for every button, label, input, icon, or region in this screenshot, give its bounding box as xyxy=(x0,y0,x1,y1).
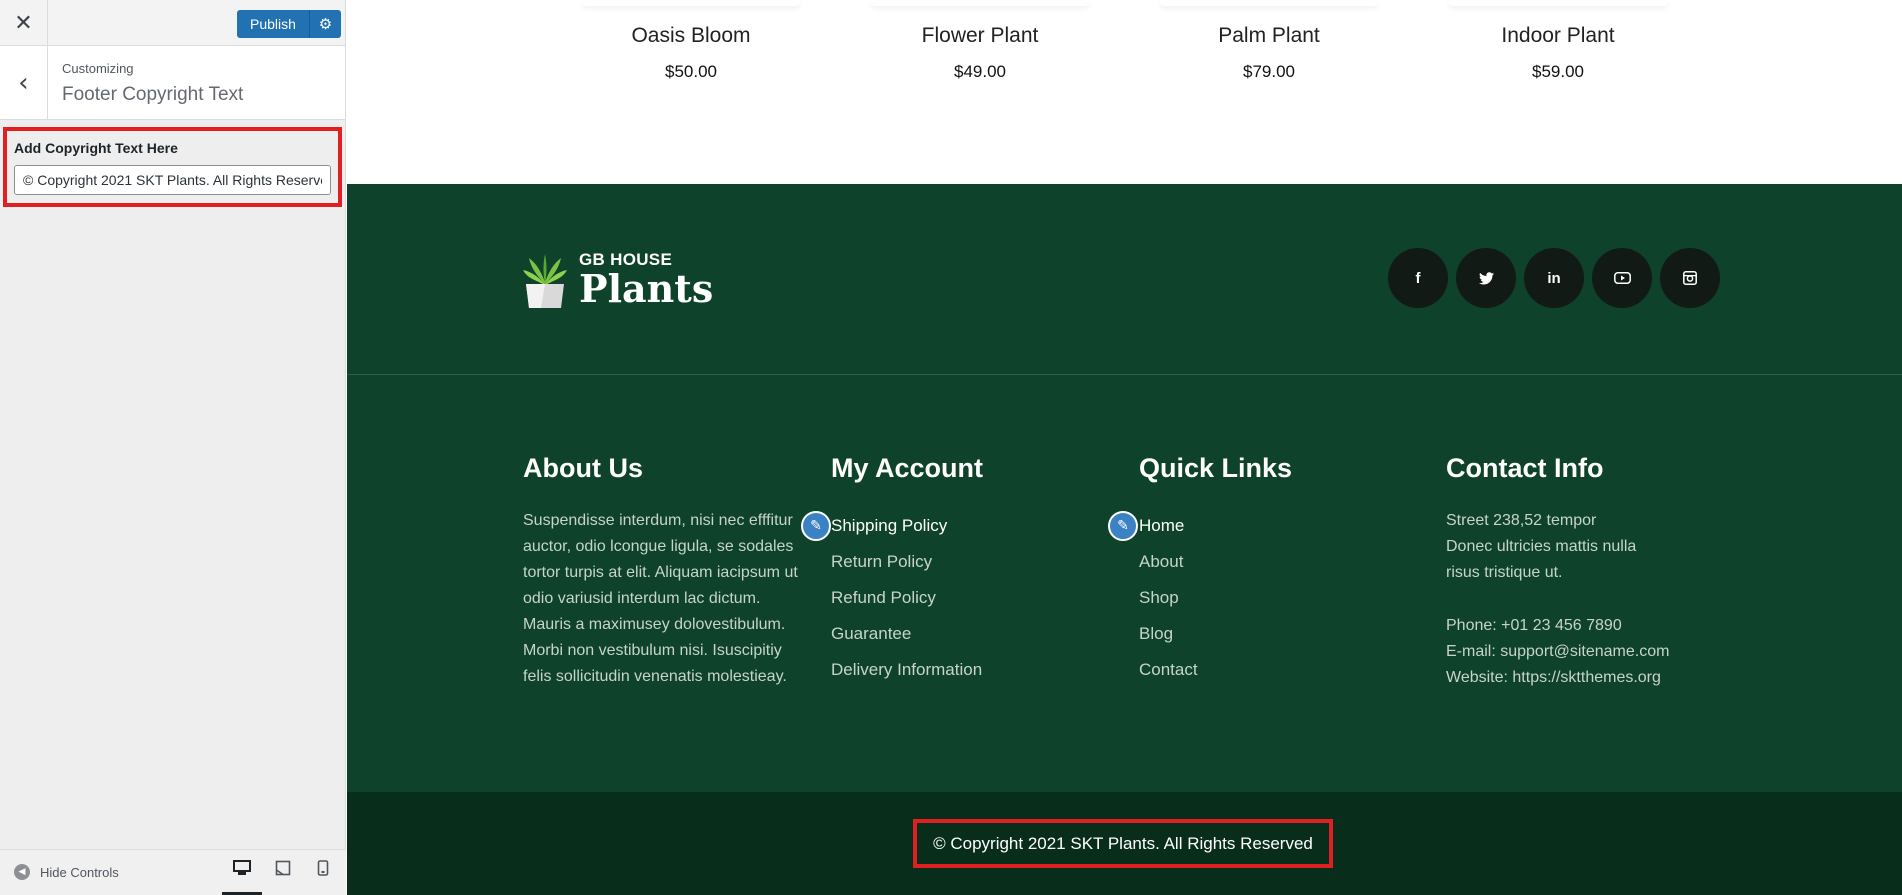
tablet-icon xyxy=(275,860,291,876)
contact-email: E-mail: support@sitename.com xyxy=(1446,643,1670,660)
about-text: Suspendisse interdum, nisi nec efffitur … xyxy=(523,512,798,685)
gear-icon: ⚙ xyxy=(318,15,333,33)
pencil-icon: ✎ xyxy=(810,518,822,534)
collapse-icon: ◀ xyxy=(14,864,30,880)
twitter-link[interactable] xyxy=(1456,248,1516,308)
hide-controls-label: Hide Controls xyxy=(40,864,119,880)
plant-pot-icon xyxy=(523,254,567,308)
product-name[interactable]: Palm Plant xyxy=(1139,24,1399,48)
linkedin-link[interactable]: in xyxy=(1524,248,1584,308)
account-title: My Account xyxy=(831,453,984,483)
desktop-icon xyxy=(233,860,251,875)
copyright-control-highlight: Add Copyright Text Here xyxy=(3,127,342,207)
products-section: Oasis Bloom $50.00 Flower Plant $49.00 P… xyxy=(347,0,1902,184)
product-price: $50.00 xyxy=(665,62,717,81)
product-card-edge xyxy=(1159,0,1379,6)
quick-link[interactable]: About xyxy=(1139,544,1419,580)
product-card-edge xyxy=(581,0,801,6)
logo-text: GB HOUSE Plants xyxy=(579,250,713,308)
site-preview: Oasis Bloom $50.00 Flower Plant $49.00 P… xyxy=(347,0,1902,895)
customizing-label: Customizing xyxy=(62,61,134,76)
edit-menu-button[interactable]: ✎ xyxy=(801,511,831,541)
account-widget: My Account Shipping Policy Return Policy… xyxy=(831,453,1111,688)
site-logo[interactable]: GB HOUSE Plants xyxy=(523,250,713,308)
product-name[interactable]: Flower Plant xyxy=(850,24,1110,48)
footer-bottom-bar: © Copyright 2021 SKT Plants. All Rights … xyxy=(347,792,1902,895)
footer-widgets: About Us Suspendisse interdum, nisi nec … xyxy=(347,375,1902,792)
facebook-link[interactable]: f xyxy=(1388,248,1448,308)
quick-link[interactable]: Blog xyxy=(1139,616,1419,652)
social-links: f in xyxy=(1388,248,1720,308)
product-card-edge xyxy=(1448,0,1668,6)
quick-link[interactable]: Home xyxy=(1139,508,1419,544)
contact-phone: Phone: +01 23 456 7890 xyxy=(1446,617,1622,634)
account-link[interactable]: Guarantee xyxy=(831,616,1111,652)
product-price: $49.00 xyxy=(954,62,1006,81)
footer-top: GB HOUSE Plants f in xyxy=(347,184,1902,375)
customizer-header: ✕ Publish ⚙ xyxy=(0,0,345,46)
customizer-footer: ◀ Hide Controls xyxy=(0,849,346,895)
product-name[interactable]: Oasis Bloom xyxy=(561,24,821,48)
quick-links-widget: Quick Links Home About Shop Blog Contact xyxy=(1139,453,1419,688)
contact-address-line: Donec ultricies mattis nulla xyxy=(1446,538,1637,555)
section-header: ‹ Customizing Footer Copyright Text xyxy=(0,46,345,120)
contact-website: Website: https://sktthemes.org xyxy=(1446,669,1661,686)
contact-widget: Contact Info Street 238,52 tempor Donec … xyxy=(1446,453,1726,691)
back-button[interactable]: ‹ xyxy=(0,46,48,120)
product-card[interactable]: Indoor Plant $59.00 xyxy=(1428,0,1688,82)
close-icon: ✕ xyxy=(14,10,33,36)
linkedin-icon: in xyxy=(1547,269,1561,287)
youtube-link[interactable] xyxy=(1592,248,1652,308)
quick-link[interactable]: Shop xyxy=(1139,580,1419,616)
product-card[interactable]: Oasis Bloom $50.00 xyxy=(561,0,821,82)
youtube-icon xyxy=(1613,272,1631,284)
publish-settings-button[interactable]: ⚙ xyxy=(308,10,341,38)
product-price: $59.00 xyxy=(1532,62,1584,81)
section-title: Footer Copyright Text xyxy=(62,84,244,105)
product-card[interactable]: Flower Plant $49.00 xyxy=(850,0,1110,82)
logo-big-text: Plants xyxy=(579,266,714,311)
facebook-icon: f xyxy=(1415,269,1421,287)
about-title: About Us xyxy=(523,453,643,483)
contact-address-line: Street 238,52 tempor xyxy=(1446,512,1597,529)
contact-spacer xyxy=(1446,586,1726,613)
twitter-icon xyxy=(1478,271,1494,284)
publish-button[interactable]: Publish xyxy=(237,10,309,38)
pencil-icon: ✎ xyxy=(1117,518,1129,534)
device-tablet-button[interactable] xyxy=(263,860,303,895)
hide-controls-button[interactable]: ◀ Hide Controls xyxy=(14,864,119,880)
about-widget: About Us Suspendisse interdum, nisi nec … xyxy=(523,453,803,690)
customizer-sidebar: ✕ Publish ⚙ ‹ Customizing Footer Copyrig… xyxy=(0,0,346,895)
instagram-icon xyxy=(1683,271,1697,285)
contact-title: Contact Info xyxy=(1446,453,1604,483)
close-customizer-button[interactable]: ✕ xyxy=(0,0,48,46)
contact-address-line: risus tristique ut. xyxy=(1446,564,1563,581)
account-link[interactable]: Return Policy xyxy=(831,544,1111,580)
account-link[interactable]: Shipping Policy xyxy=(831,508,1111,544)
publish-group: Publish ⚙ xyxy=(237,10,341,38)
device-mobile-button[interactable] xyxy=(303,860,343,895)
instagram-link[interactable] xyxy=(1660,248,1720,308)
mobile-icon xyxy=(317,860,329,876)
copyright-text-input[interactable] xyxy=(14,165,331,195)
account-link[interactable]: Refund Policy xyxy=(831,580,1111,616)
device-desktop-button[interactable] xyxy=(222,860,262,895)
copyright-control-label: Add Copyright Text Here xyxy=(14,140,178,156)
product-name[interactable]: Indoor Plant xyxy=(1428,24,1688,48)
quick-links-list: Home About Shop Blog Contact xyxy=(1139,508,1419,688)
quick-link[interactable]: Contact xyxy=(1139,652,1419,688)
copyright-text: © Copyright 2021 SKT Plants. All Rights … xyxy=(913,819,1333,868)
product-price: $79.00 xyxy=(1243,62,1295,81)
edit-menu-button[interactable]: ✎ xyxy=(1108,511,1138,541)
quick-links-title: Quick Links xyxy=(1139,453,1293,483)
account-links: Shipping Policy Return Policy Refund Pol… xyxy=(831,508,1111,688)
account-link[interactable]: Delivery Information xyxy=(831,652,1111,688)
chevron-left-icon: ‹ xyxy=(18,68,29,98)
product-card[interactable]: Palm Plant $79.00 xyxy=(1139,0,1399,82)
product-card-edge xyxy=(870,0,1090,6)
